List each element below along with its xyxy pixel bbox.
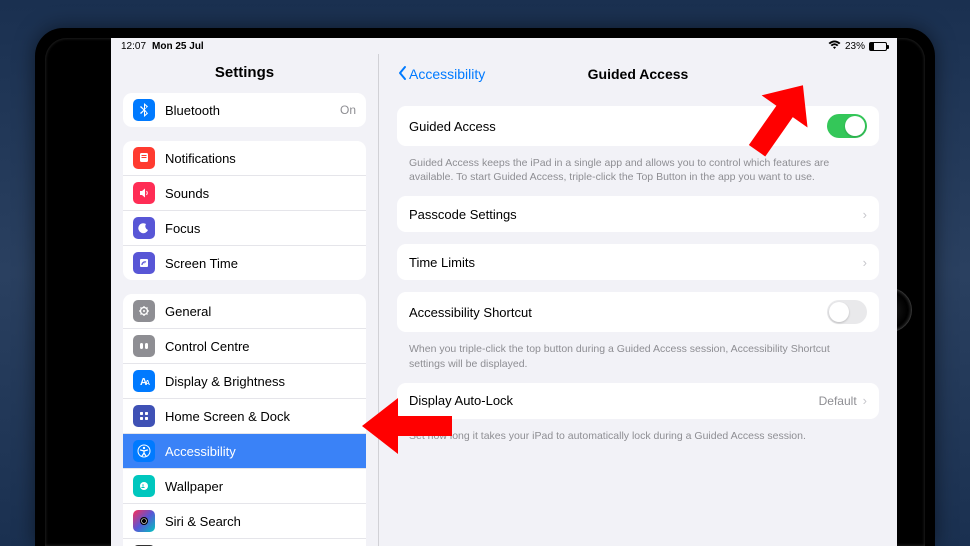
sidebar-item-general[interactable]: General [123,294,366,329]
sidebar-item-control-centre[interactable]: Control Centre [123,329,366,364]
sidebar-group-alerts: Notifications Sounds Focus [123,141,366,280]
page-title: Guided Access [588,66,689,82]
sidebar-item-bluetooth[interactable]: Bluetooth On [123,93,366,127]
sidebar-item-siri[interactable]: Siri & Search [123,504,366,539]
display-icon: AA [133,370,155,392]
sidebar-item-label: Screen Time [165,256,356,271]
sounds-icon [133,182,155,204]
sidebar-group-connectivity: Bluetooth On [123,93,366,127]
sidebar-group-device: General Control Centre AA D [123,294,366,546]
chevron-right-icon: › [863,255,867,270]
row-label: Accessibility Shortcut [409,305,532,320]
row-display-auto-lock[interactable]: Display Auto-Lock Default › [397,383,879,419]
back-button[interactable]: Accessibility [397,65,485,84]
sidebar-item-label: Home Screen & Dock [165,409,356,424]
sidebar-item-label: General [165,304,356,319]
annotation-arrow-left [362,398,452,454]
guided-access-toggle[interactable] [827,114,867,138]
general-icon [133,300,155,322]
row-accessibility-shortcut[interactable]: Accessibility Shortcut [397,292,879,332]
row-label: Guided Access [409,119,496,134]
home-dock-icon [133,405,155,427]
battery-percent: 23% [845,41,865,52]
sidebar-item-screen-time[interactable]: Screen Time [123,246,366,280]
sidebar-title: Settings [111,54,378,93]
battery-icon [869,42,887,51]
sidebar-item-label: Display & Brightness [165,374,356,389]
accessibility-shortcut-footer: When you triple-click the top button dur… [397,338,879,370]
sidebar-item-label: Siri & Search [165,514,356,529]
status-bar: 12:07 Mon 25 Jul 23% [111,38,897,54]
row-time-limits[interactable]: Time Limits › [397,244,879,280]
sidebar-item-focus[interactable]: Focus [123,211,366,246]
wallpaper-icon [133,475,155,497]
sidebar-item-notifications[interactable]: Notifications [123,141,366,176]
sidebar-item-label: Control Centre [165,339,356,354]
row-label: Passcode Settings [409,207,517,222]
sidebar-item-home-dock[interactable]: Home Screen & Dock [123,399,366,434]
sidebar-item-label: Bluetooth [165,103,330,118]
back-label: Accessibility [409,66,485,82]
sidebar-item-label: Focus [165,221,356,236]
sidebar-item-label: Accessibility [165,444,356,459]
chevron-right-icon: › [863,207,867,222]
accessibility-shortcut-toggle[interactable] [827,300,867,324]
chevron-right-icon: › [863,393,867,408]
screen-time-icon [133,252,155,274]
sidebar-item-wallpaper[interactable]: Wallpaper [123,469,366,504]
sidebar-item-sounds[interactable]: Sounds [123,176,366,211]
sidebar-item-display[interactable]: AA Display & Brightness [123,364,366,399]
sidebar-item-apple-pencil[interactable]: Apple Pencil [123,539,366,546]
auto-lock-value: Default [819,394,863,408]
auto-lock-footer: Set how long it takes your iPad to autom… [397,425,879,443]
status-time: 12:07 [121,41,146,52]
sidebar-item-label: Notifications [165,151,356,166]
settings-sidebar: Settings Bluetooth On [111,54,379,546]
siri-icon [133,510,155,532]
chevron-left-icon [397,65,407,84]
status-date: Mon 25 Jul [152,41,204,52]
notifications-icon [133,147,155,169]
bluetooth-value: On [340,103,356,117]
row-passcode-settings[interactable]: Passcode Settings › [397,196,879,232]
sidebar-item-label: Wallpaper [165,479,356,494]
sidebar-item-label: Sounds [165,186,356,201]
control-centre-icon [133,335,155,357]
row-label: Time Limits [409,255,475,270]
bluetooth-icon [133,99,155,121]
annotation-arrow-top [740,78,820,158]
accessibility-icon [133,440,155,462]
wifi-icon [828,40,841,53]
svg-text:A: A [145,380,150,387]
sidebar-item-accessibility[interactable]: Accessibility [123,434,366,469]
focus-icon [133,217,155,239]
